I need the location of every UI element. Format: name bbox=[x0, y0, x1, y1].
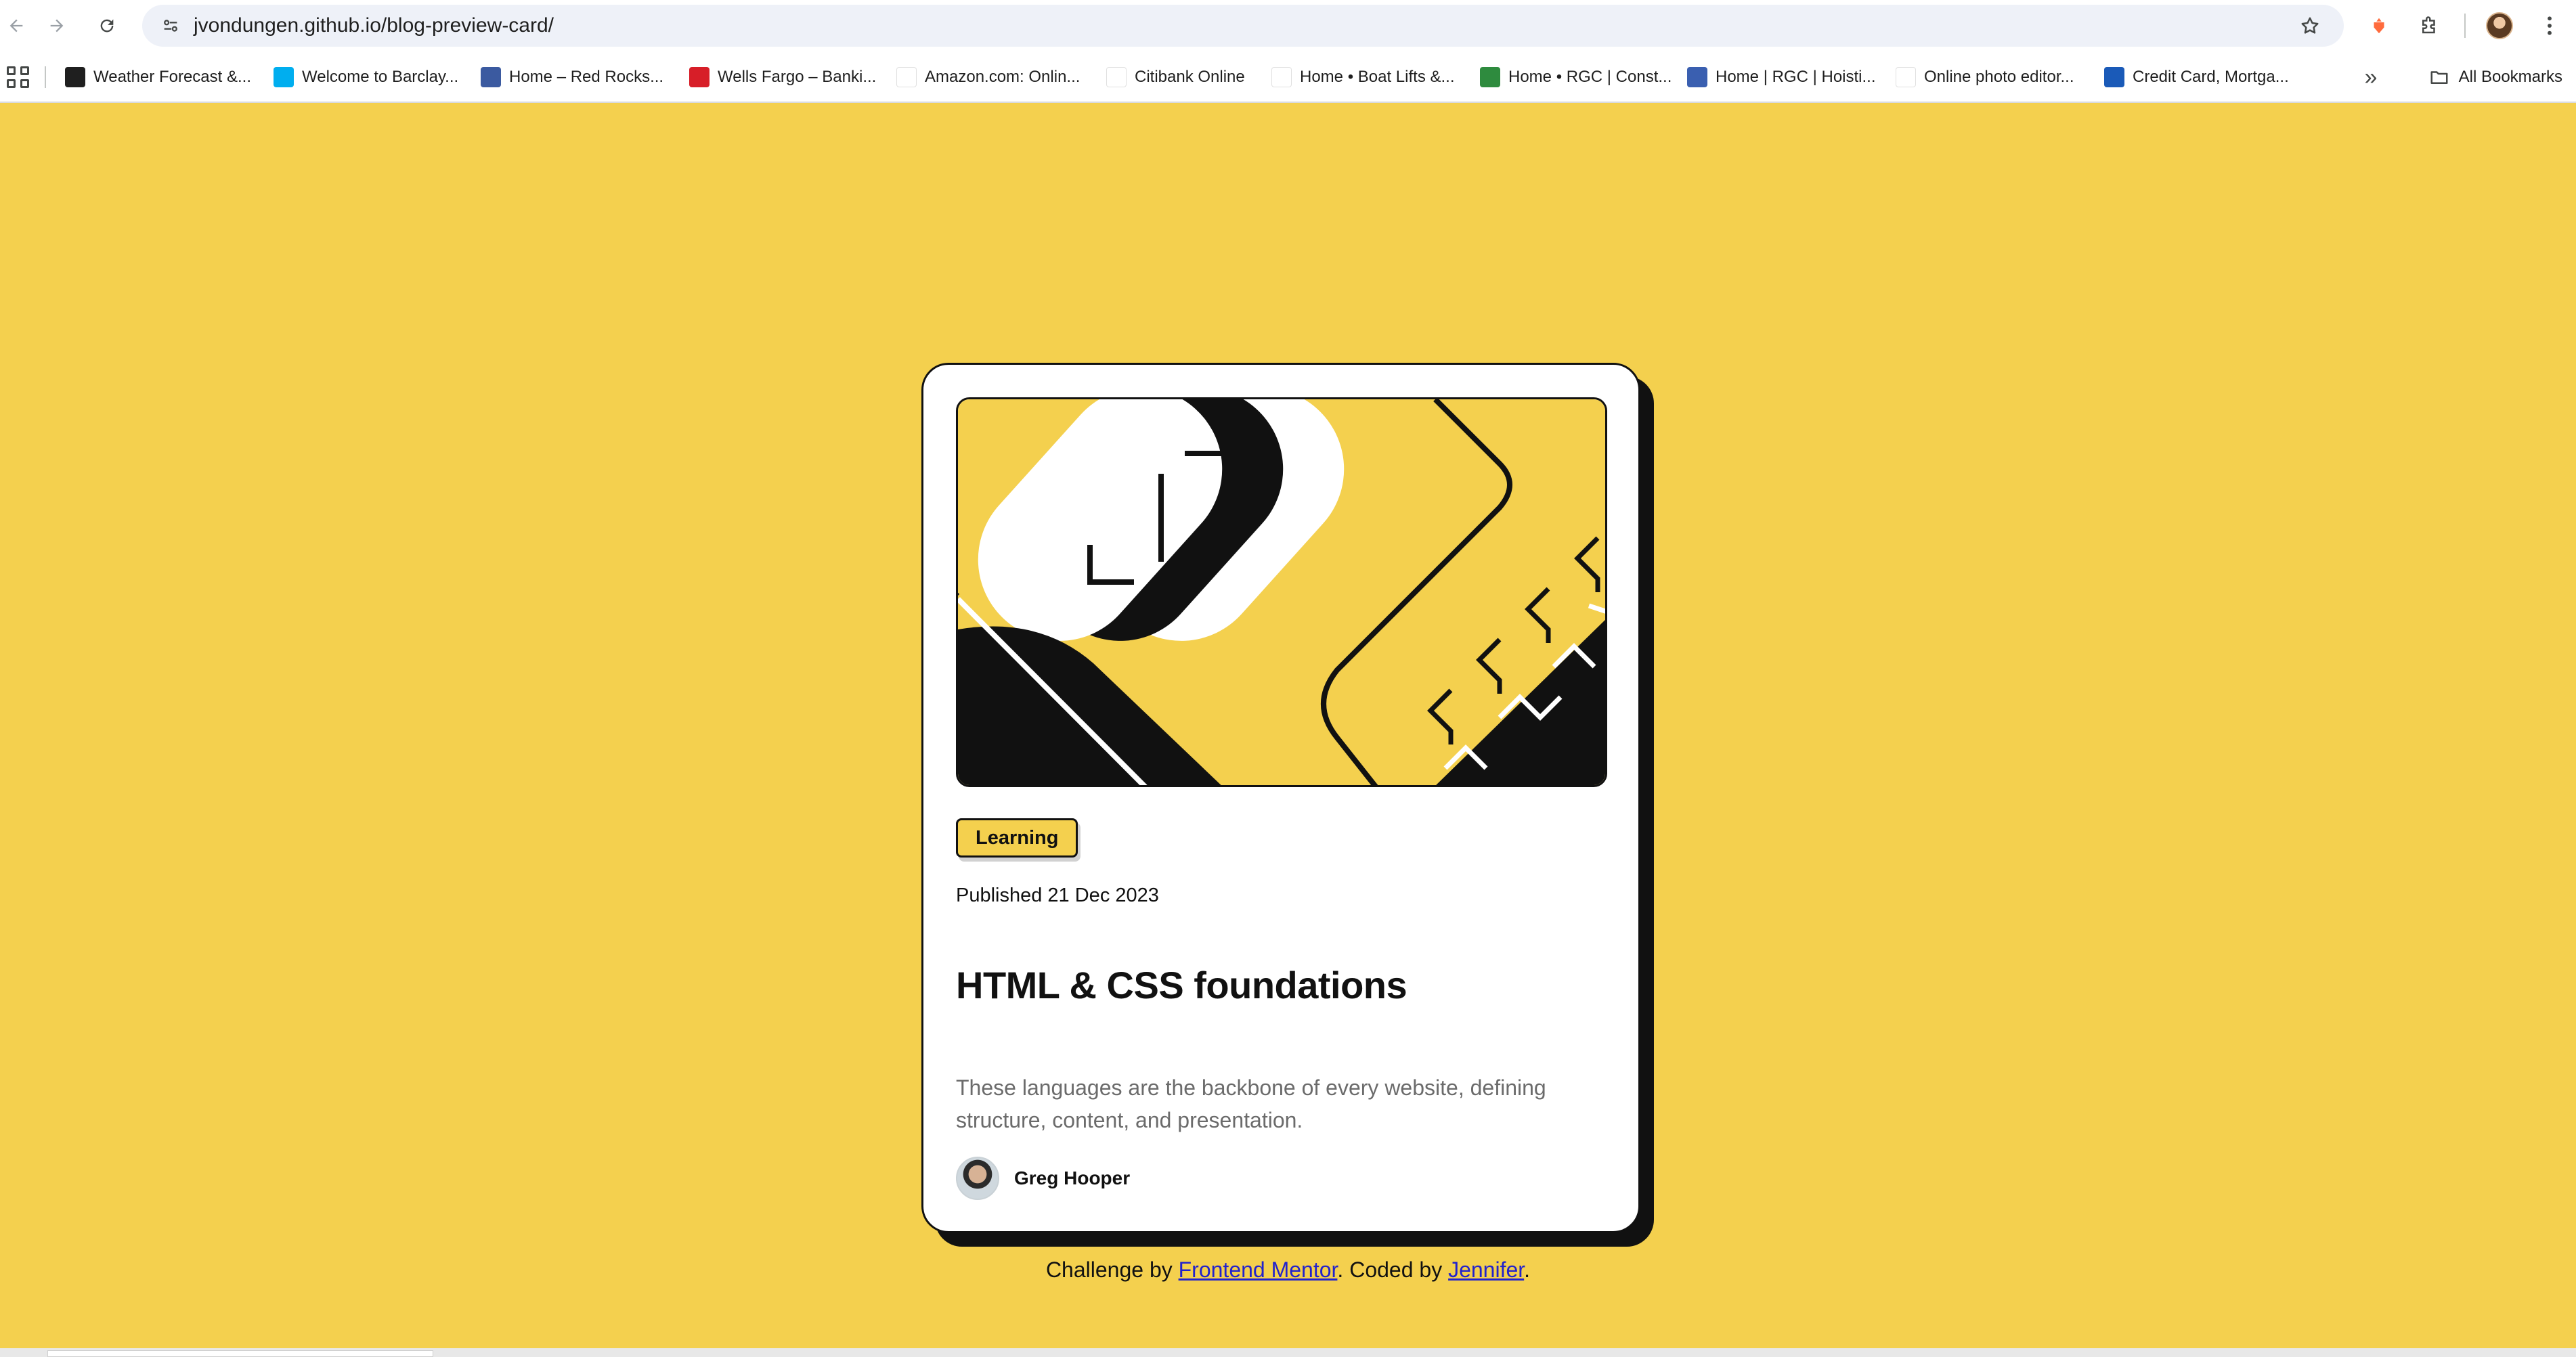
boat-lifts-icon bbox=[1271, 67, 1292, 87]
bookmarks-divider bbox=[45, 66, 46, 88]
site-info-icon[interactable] bbox=[154, 9, 187, 42]
bookmark-label: Home • Boat Lifts &... bbox=[1300, 68, 1455, 86]
bookmark-label: Home – Red Rocks... bbox=[509, 68, 664, 86]
bookmark-label: Home | RGC | Hoisti... bbox=[1716, 68, 1876, 86]
barclays-eagle-icon bbox=[274, 67, 294, 87]
bookmark-item[interactable]: Amazon.com: Onlin... bbox=[896, 62, 1080, 92]
bookmark-label: Citibank Online bbox=[1135, 68, 1245, 86]
bookmark-label: Weather Forecast &... bbox=[93, 68, 251, 86]
bookmark-star-icon[interactable] bbox=[2294, 9, 2326, 42]
address-bar[interactable]: jvondungen.github.io/blog-preview-card/ bbox=[142, 5, 2344, 47]
card-title[interactable]: HTML & CSS foundations bbox=[956, 963, 1407, 1007]
attribution: Challenge by Frontend Mentor. Coded by J… bbox=[0, 1258, 2576, 1283]
amazon-icon bbox=[896, 67, 917, 87]
author-name: Greg Hooper bbox=[1014, 1167, 1131, 1188]
profile-avatar[interactable] bbox=[2483, 9, 2516, 42]
rgc-icon bbox=[1480, 67, 1500, 87]
bookmark-item[interactable]: Citibank Online bbox=[1106, 62, 1245, 92]
rgc-hoisting-icon bbox=[1687, 67, 1707, 87]
bookmark-item[interactable]: Home • RGC | Const... bbox=[1480, 62, 1672, 92]
category-tag: Learning bbox=[956, 818, 1078, 858]
bookmark-item[interactable]: Online photo editor... bbox=[1896, 62, 2074, 92]
bookmark-item[interactable]: Weather Forecast &... bbox=[65, 62, 251, 92]
browser-chrome: jvondungen.github.io/blog-preview-card/ … bbox=[0, 0, 2576, 103]
folder-icon bbox=[2430, 71, 2448, 84]
attribution-prefix: Challenge by bbox=[1045, 1258, 1179, 1282]
toolbar-divider bbox=[2464, 14, 2466, 38]
arrow-right-icon bbox=[50, 19, 64, 32]
bookmark-item[interactable]: Home – Red Rocks... bbox=[481, 62, 663, 92]
frontend-mentor-link[interactable]: Frontend Mentor bbox=[1179, 1258, 1338, 1282]
url-text[interactable]: jvondungen.github.io/blog-preview-card/ bbox=[194, 5, 554, 47]
weather-underground-icon bbox=[65, 67, 85, 87]
bookmark-label: Credit Card, Mortga... bbox=[2133, 68, 2289, 86]
arrow-left-icon bbox=[9, 19, 23, 32]
bookmark-label: Wells Fargo – Banki... bbox=[718, 68, 877, 86]
bookmark-item[interactable]: Home | RGC | Hoisti... bbox=[1687, 62, 1876, 92]
forward-button[interactable] bbox=[41, 9, 73, 42]
browser-menu-icon[interactable] bbox=[2533, 9, 2566, 42]
extensions-puzzle-icon[interactable] bbox=[2413, 9, 2445, 42]
blog-preview-card[interactable]: Learning Published 21 Dec 2023 HTML & CS… bbox=[921, 363, 1640, 1233]
more-bookmarks-chevron-icon[interactable]: » bbox=[2359, 62, 2383, 92]
back-button[interactable] bbox=[0, 9, 32, 42]
chase-icon bbox=[2104, 67, 2124, 87]
abstract-illustration-image bbox=[958, 399, 1605, 785]
horizontal-scrollbar-thumb[interactable] bbox=[47, 1350, 433, 1357]
citi-icon bbox=[1106, 67, 1127, 87]
reload-button[interactable] bbox=[91, 9, 123, 42]
card-description: These languages are the backbone of ever… bbox=[956, 1075, 1546, 1132]
published-date: Published 21 Dec 2023 bbox=[956, 885, 1159, 906]
red-rocks-icon bbox=[481, 67, 501, 87]
reload-icon bbox=[100, 19, 114, 32]
hero-illustration bbox=[956, 397, 1607, 787]
bookmark-label: Welcome to Barclay... bbox=[302, 68, 459, 86]
all-bookmarks-button[interactable]: All Bookmarks bbox=[2429, 62, 2562, 92]
bookmark-label: Amazon.com: Onlin... bbox=[925, 68, 1080, 86]
browser-toolbar: jvondungen.github.io/blog-preview-card/ bbox=[0, 0, 2576, 51]
attribution-suffix: . bbox=[1524, 1258, 1531, 1282]
author-avatar bbox=[956, 1157, 999, 1200]
adobe-icon bbox=[1896, 67, 1916, 87]
bookmark-label: Online photo editor... bbox=[1924, 68, 2074, 86]
bookmark-item[interactable]: Wells Fargo – Banki... bbox=[689, 62, 876, 92]
bookmark-item[interactable]: Home • Boat Lifts &... bbox=[1271, 62, 1455, 92]
bookmark-item[interactable]: Welcome to Barclay... bbox=[274, 62, 458, 92]
all-bookmarks-label: All Bookmarks bbox=[2458, 68, 2562, 86]
bookmark-item[interactable]: Credit Card, Mortga... bbox=[2104, 62, 2289, 92]
apps-grid-icon[interactable] bbox=[5, 65, 30, 89]
attribution-middle: . Coded by bbox=[1337, 1258, 1449, 1282]
extension-fox-icon[interactable] bbox=[2363, 9, 2395, 42]
wells-fargo-icon bbox=[689, 67, 710, 87]
author: Greg Hooper bbox=[956, 1157, 1130, 1200]
bookmark-label: Home • RGC | Const... bbox=[1508, 68, 1672, 86]
bookmarks-bar: Weather Forecast &... Welcome to Barclay.… bbox=[0, 51, 2576, 103]
author-link[interactable]: Jennifer bbox=[1448, 1258, 1524, 1282]
